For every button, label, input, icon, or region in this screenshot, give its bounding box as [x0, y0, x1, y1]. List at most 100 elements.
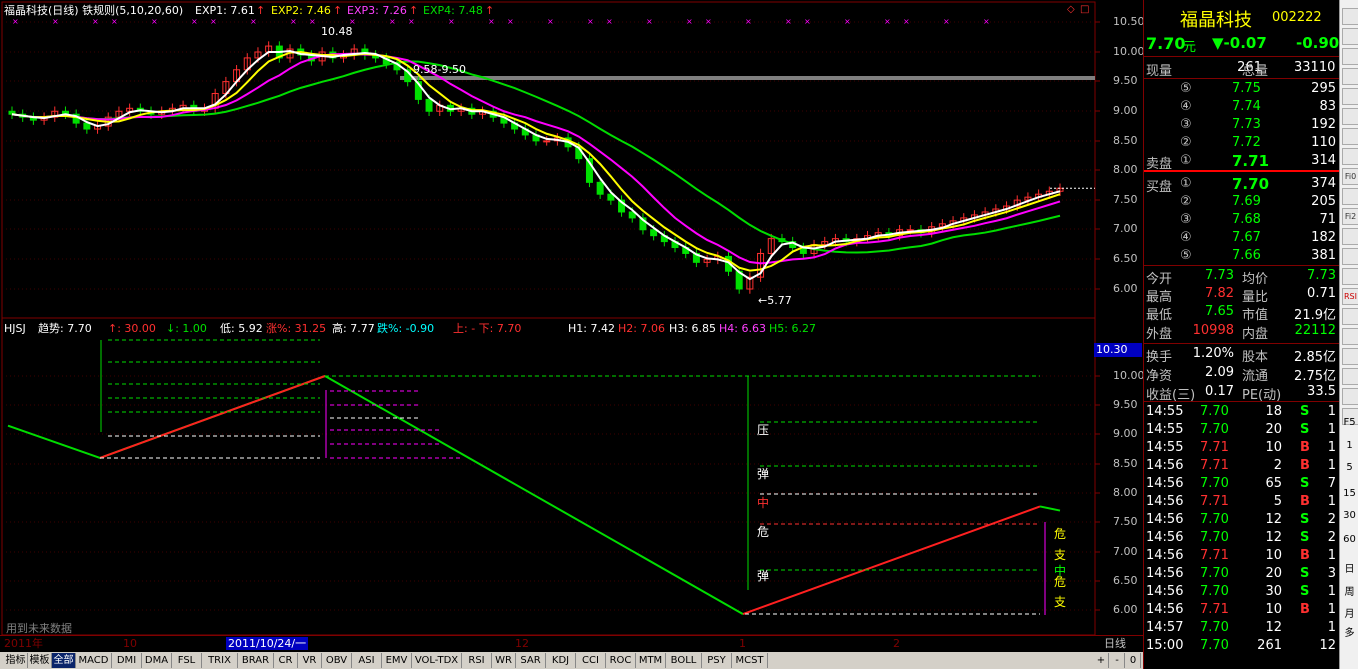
stats-icon[interactable] [1342, 328, 1358, 345]
date-m1: 1 [739, 637, 746, 650]
list-icon[interactable] [1342, 128, 1358, 145]
stat-value-2: 21.9亿 [1294, 308, 1336, 323]
period-1[interactable]: 1 [1340, 440, 1358, 451]
period-5[interactable]: 60 [1340, 534, 1358, 545]
exp2-value: EXP2: 7.46 [271, 4, 331, 17]
ask-row[interactable]: ③ 7.73 192 [1144, 116, 1338, 134]
indicator-tab[interactable]: OBV [322, 653, 352, 668]
people-icon[interactable] [1342, 228, 1358, 245]
indicator-tab[interactable]: DMA [142, 653, 172, 668]
search-icon[interactable] [1342, 248, 1358, 265]
period-9[interactable]: 多 [1340, 624, 1358, 639]
indicator-tab[interactable]: 全部 [52, 653, 76, 668]
stat-row: 最低 7.65 市值 21.9亿 [1144, 303, 1338, 323]
reset-button[interactable]: 0 [1126, 653, 1141, 668]
indicator-tab[interactable]: MACD [76, 653, 112, 668]
low-value: 低: 5.92 [220, 322, 263, 335]
zoom-out-button[interactable]: - [1110, 653, 1125, 668]
tick-row: 14:56 7.70 12 S 2 [1144, 529, 1338, 547]
indicator-tab[interactable]: DMI [112, 653, 142, 668]
tick-price: 7.70 [1200, 638, 1229, 653]
period-7[interactable]: 周 [1340, 583, 1358, 598]
marker-x: × [448, 17, 455, 26]
period-3[interactable]: 15 [1340, 488, 1358, 499]
indicator-name: HJSJ [4, 322, 26, 335]
indicator-tab[interactable]: FSL [172, 653, 202, 668]
high-annotation: 10.48 [321, 25, 353, 38]
period-8[interactable]: 月 [1340, 605, 1358, 620]
stat-value-2: 33.5 [1307, 384, 1336, 399]
period-0[interactable]: F5 [1340, 417, 1358, 428]
ytick-top: 10.50 [1113, 15, 1145, 28]
indicator-tab[interactable]: VR [298, 653, 322, 668]
bid-row[interactable]: 买盘 ① 7.70 374 [1144, 175, 1338, 195]
marker-x: × [983, 17, 990, 26]
tick-volume: 30 [1265, 584, 1282, 599]
arrow-icon[interactable] [1342, 308, 1358, 325]
tick-side: B [1300, 494, 1310, 509]
indicator-tab[interactable]: VOL-TDX [412, 653, 462, 668]
period-4[interactable]: 30 [1340, 510, 1358, 521]
ask-row[interactable]: ⑤ 7.75 295 [1144, 80, 1338, 98]
current-price: 7.70 [1146, 34, 1186, 53]
ask-row[interactable]: ④ 7.74 83 [1144, 98, 1338, 116]
bid-row[interactable]: ⑤ 7.66 381 [1144, 247, 1338, 265]
tick-price: 7.71 [1200, 440, 1229, 455]
period-6[interactable]: 日 [1340, 560, 1358, 575]
indicator-tab[interactable]: 模板 [28, 653, 52, 668]
bid-row[interactable]: ② 7.69 205 [1144, 193, 1338, 211]
candle-body [650, 229, 658, 237]
tick-volume: 12 [1265, 512, 1282, 527]
indicator-tab[interactable]: SAR [516, 653, 546, 668]
indicator-tab[interactable]: TRIX [202, 653, 238, 668]
indicator-tab[interactable]: 指标 [4, 653, 28, 668]
stat-row: 外盘 10998 内盘 22112 [1144, 322, 1338, 342]
grid-icon[interactable] [1342, 48, 1358, 65]
indicator-tab[interactable]: MTM [636, 653, 666, 668]
indicator-tab[interactable]: BOLL [666, 653, 702, 668]
table-icon[interactable] [1342, 28, 1358, 45]
window-icon[interactable] [1342, 188, 1358, 205]
chart-icon[interactable] [1342, 268, 1358, 285]
ask-row[interactable]: 卖盘 ① 7.71 314 [1144, 152, 1338, 172]
zoom-in-button[interactable]: + [1094, 653, 1109, 668]
line-chart-icon[interactable] [1342, 68, 1358, 85]
indicator-tab[interactable]: CCI [576, 653, 606, 668]
rsi-icon[interactable]: RSI [1342, 288, 1358, 305]
bid-row[interactable]: ③ 7.68 71 [1144, 211, 1338, 229]
tick-count: 3 [1327, 566, 1336, 581]
tick-price: 7.70 [1200, 620, 1229, 635]
tick-price: 7.70 [1200, 422, 1229, 437]
indicator-tab[interactable]: CR [274, 653, 298, 668]
close-square-icon[interactable]: □ [1080, 3, 1089, 16]
indicator-tab[interactable]: ROC [606, 653, 636, 668]
fi0-icon[interactable]: Fi0 [1342, 168, 1358, 185]
indicator-tab[interactable]: PSY [702, 653, 732, 668]
move-icon[interactable] [1342, 388, 1358, 405]
tick-time: 14:55 [1146, 404, 1184, 419]
target-icon[interactable] [1342, 368, 1358, 385]
ytick-top: 6.00 [1113, 282, 1138, 295]
trend-line-green-1 [7, 375, 326, 459]
indicator-tab[interactable]: BRAR [238, 653, 274, 668]
candlestick-icon[interactable] [1342, 88, 1358, 105]
candle-body [543, 140, 551, 143]
bar-icon[interactable] [1342, 108, 1358, 125]
fi2-icon[interactable]: Fi2 [1342, 208, 1358, 225]
indicator-tab[interactable]: KDJ [546, 653, 576, 668]
indicator-tab[interactable]: RSI [462, 653, 492, 668]
bid-row[interactable]: ④ 7.67 182 [1144, 229, 1338, 247]
indicator-tab[interactable]: ASI [352, 653, 382, 668]
crosshair-icon[interactable] [1342, 348, 1358, 365]
indicator-tab[interactable]: WR [492, 653, 516, 668]
tick-row: 14:56 7.70 20 S 3 [1144, 565, 1338, 583]
indicator-tab[interactable]: EMV [382, 653, 412, 668]
indicator-tab[interactable]: MCST [732, 653, 768, 668]
period-2[interactable]: 5 [1340, 462, 1358, 473]
diamond-icon[interactable]: ◇ [1067, 3, 1075, 16]
h2-value: H2: 7.06 [618, 322, 665, 335]
stock-name: 福晶科技 [1180, 10, 1252, 31]
calendar-icon[interactable] [1342, 8, 1358, 25]
cube-icon[interactable] [1342, 148, 1358, 165]
ask-row[interactable]: ② 7.72 110 [1144, 134, 1338, 152]
